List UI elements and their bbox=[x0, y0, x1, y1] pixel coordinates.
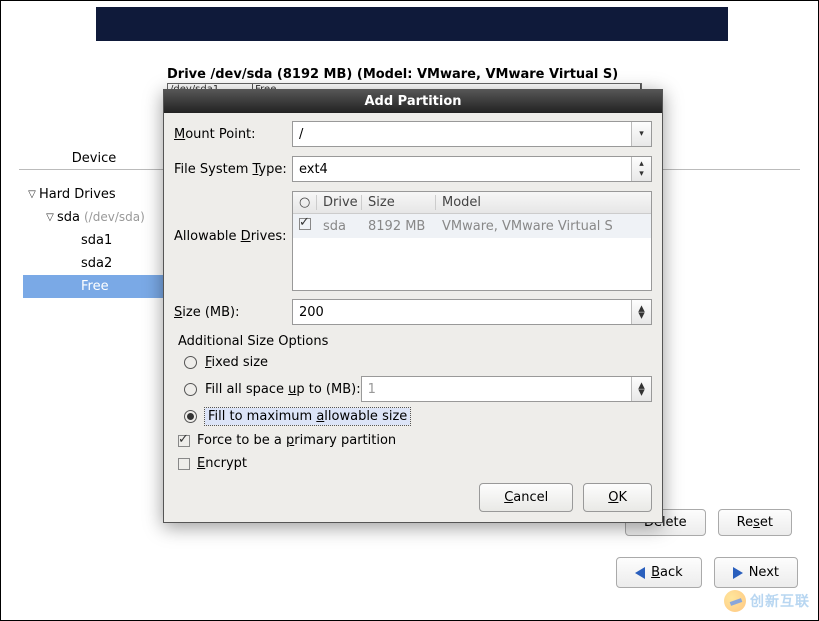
allowable-drives-table[interactable]: ○ Drive Size Model sda 8192 MB VMware, V… bbox=[292, 191, 652, 291]
fill-up-to-field: ▴▾ bbox=[361, 376, 652, 402]
spinner-icon[interactable]: ▴▾ bbox=[631, 157, 651, 181]
drives-table-header: ○ Drive Size Model bbox=[293, 192, 651, 214]
reset-button[interactable]: Reset bbox=[718, 509, 792, 536]
check-encrypt[interactable]: Encrypt bbox=[178, 456, 652, 471]
radio-label-fill-up-to[interactable]: Fill all space up to (MB): bbox=[205, 382, 361, 397]
mount-point-input[interactable] bbox=[293, 122, 631, 146]
watermark-icon bbox=[724, 590, 746, 612]
next-button[interactable]: Next bbox=[714, 557, 798, 588]
tree-label-sda: sda bbox=[57, 206, 80, 229]
col-header-model: Model bbox=[436, 195, 651, 210]
arrow-right-icon bbox=[733, 567, 743, 579]
mount-point-combo[interactable]: ▾ bbox=[292, 121, 652, 147]
add-partition-dialog: Add Partition Mount Point: ▾ File System… bbox=[163, 89, 663, 523]
back-button[interactable]: Back bbox=[616, 557, 702, 588]
fs-type-input[interactable] bbox=[293, 157, 631, 181]
tree-path-sda: (/dev/sda) bbox=[84, 206, 145, 229]
drive-row-name: sda bbox=[317, 219, 362, 234]
radio-fill-max[interactable]: Fill to maximum allowable size bbox=[184, 408, 652, 425]
col-header-size: Size bbox=[362, 195, 436, 210]
watermark: 创新互联 bbox=[724, 590, 810, 612]
size-input[interactable] bbox=[293, 300, 631, 324]
radio-fixed-size[interactable]: Fixed size bbox=[184, 355, 652, 370]
tree-label-free: Free bbox=[81, 275, 109, 298]
caret-down-icon: ▽ bbox=[43, 206, 57, 229]
drive-row-size: 8192 MB bbox=[362, 219, 436, 234]
label-size: Size (MB): bbox=[174, 305, 292, 320]
checkbox-icon bbox=[178, 435, 190, 447]
drive-row-sda[interactable]: sda 8192 MB VMware, VMware Virtual S bbox=[293, 214, 651, 238]
caret-down-icon: ▽ bbox=[25, 183, 39, 206]
col-header-drive: Drive bbox=[317, 195, 362, 210]
dialog-title: Add Partition bbox=[164, 90, 662, 113]
size-field[interactable]: ▴▾ bbox=[292, 299, 652, 325]
radio-icon[interactable] bbox=[184, 383, 197, 396]
radio-icon bbox=[184, 410, 197, 423]
radio-label-fixed: Fixed size bbox=[205, 355, 268, 370]
watermark-text: 创新互联 bbox=[750, 591, 810, 611]
drive-info-label: Drive /dev/sda (8192 MB) (Model: VMware,… bbox=[167, 67, 618, 82]
tree-label-sda1: sda1 bbox=[81, 229, 112, 252]
label-force-primary: Force to be a primary partition bbox=[197, 433, 396, 448]
tree-label-sda2: sda2 bbox=[81, 252, 112, 275]
group-title-additional-size: Additional Size Options bbox=[178, 334, 652, 349]
ok-button[interactable]: OK bbox=[583, 483, 652, 512]
top-dark-bar bbox=[96, 7, 728, 41]
tree-label-hard-drives: Hard Drives bbox=[39, 183, 116, 206]
radio-label-fill-max: Fill to maximum allowable size bbox=[205, 408, 410, 425]
size-spinner[interactable]: ▴▾ bbox=[631, 300, 651, 324]
arrow-left-icon bbox=[635, 567, 645, 579]
label-allowable-drives: Allowable Drives: bbox=[174, 191, 292, 244]
label-mount-point: Mount Point: bbox=[174, 127, 292, 142]
drive-row-model: VMware, VMware Virtual S bbox=[436, 219, 651, 234]
label-fs-type: File System Type: bbox=[174, 162, 292, 177]
dropdown-icon[interactable]: ▾ bbox=[631, 122, 651, 146]
drive-row-checkbox[interactable] bbox=[299, 218, 311, 230]
fill-up-to-spinner: ▴▾ bbox=[631, 377, 651, 401]
check-force-primary[interactable]: Force to be a primary partition bbox=[178, 433, 652, 448]
label-encrypt: Encrypt bbox=[197, 456, 247, 471]
checkbox-icon bbox=[178, 458, 190, 470]
fs-type-combo[interactable]: ▴▾ bbox=[292, 156, 652, 182]
fill-up-to-input bbox=[362, 377, 631, 401]
radio-icon bbox=[184, 356, 197, 369]
cancel-button[interactable]: Cancel bbox=[479, 483, 573, 512]
